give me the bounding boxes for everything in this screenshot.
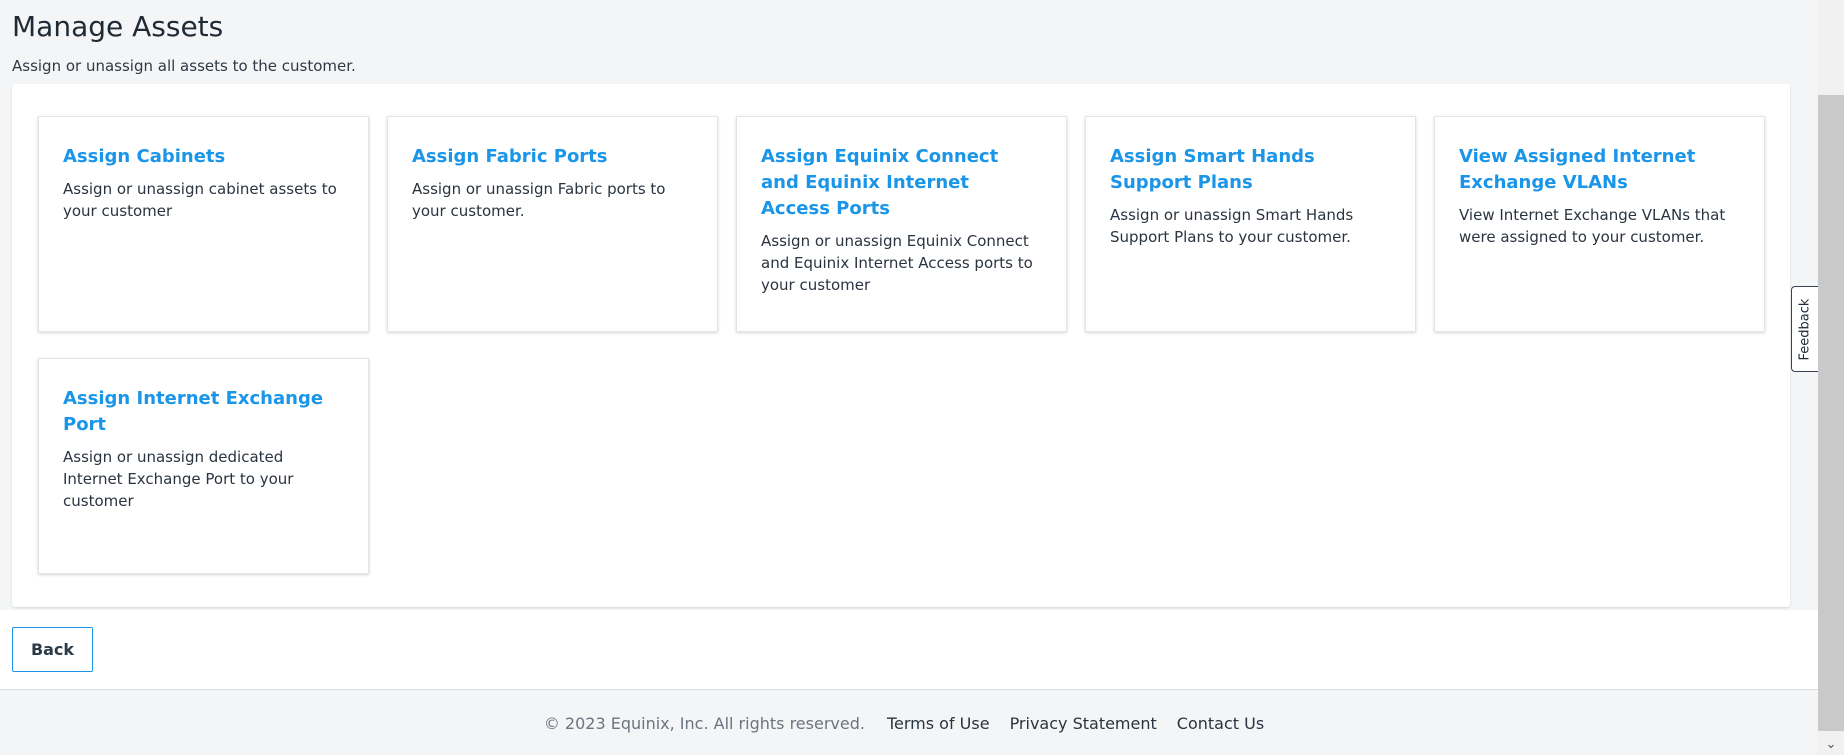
card-assign-cabinets[interactable]: Assign Cabinets Assign or unassign cabin… xyxy=(38,116,369,332)
card-title[interactable]: View Assigned Internet Exchange VLANs xyxy=(1459,144,1740,196)
site-footer: © 2023 Equinix, Inc. All rights reserved… xyxy=(0,691,1818,755)
card-assign-internet-exchange-port[interactable]: Assign Internet Exchange Port Assign or … xyxy=(38,358,369,574)
action-bar: Back xyxy=(0,610,1818,690)
card-assign-smart-hands-plans[interactable]: Assign Smart Hands Support Plans Assign … xyxy=(1085,116,1416,332)
copyright-text: © 2023 Equinix, Inc. All rights reserved… xyxy=(543,713,865,733)
card-description: Assign or unassign Smart Hands Support P… xyxy=(1110,206,1354,246)
assets-panel: Assign Cabinets Assign or unassign cabin… xyxy=(12,84,1790,607)
page-header: Manage Assets Assign or unassign all ass… xyxy=(12,10,356,75)
card-description: Assign or unassign dedicated Internet Ex… xyxy=(63,448,294,510)
page-subtitle: Assign or unassign all assets to the cus… xyxy=(12,57,356,75)
chevron-down-icon[interactable]: ⌄ xyxy=(1818,733,1844,755)
card-description: Assign or unassign cabinet assets to you… xyxy=(63,180,337,220)
terms-of-use-link[interactable]: Terms of Use xyxy=(887,714,990,733)
card-title[interactable]: Assign Cabinets xyxy=(63,144,344,170)
page: Manage Assets Assign or unassign all ass… xyxy=(0,0,1844,755)
card-description: Assign or unassign Fabric ports to your … xyxy=(412,180,666,220)
page-title: Manage Assets xyxy=(12,10,224,43)
feedback-tab[interactable]: Feedback xyxy=(1791,286,1818,372)
privacy-statement-link[interactable]: Privacy Statement xyxy=(1010,714,1157,733)
card-assign-fabric-ports[interactable]: Assign Fabric Ports Assign or unassign F… xyxy=(387,116,718,332)
back-button[interactable]: Back xyxy=(12,627,93,672)
scrollbar-thumb[interactable] xyxy=(1818,95,1844,731)
card-title[interactable]: Assign Fabric Ports xyxy=(412,144,693,170)
card-description: View Internet Exchange VLANs that were a… xyxy=(1459,206,1726,246)
card-title[interactable]: Assign Internet Exchange Port xyxy=(63,386,344,438)
card-title[interactable]: Assign Equinix Connect and Equinix Inter… xyxy=(761,144,1042,222)
card-view-internet-exchange-vlans[interactable]: View Assigned Internet Exchange VLANs Vi… xyxy=(1434,116,1765,332)
card-assign-equinix-connect-ports[interactable]: Assign Equinix Connect and Equinix Inter… xyxy=(736,116,1067,332)
card-description: Assign or unassign Equinix Connect and E… xyxy=(761,232,1033,294)
main-content: Manage Assets Assign or unassign all ass… xyxy=(0,0,1818,755)
vertical-scrollbar[interactable]: ⌄ xyxy=(1818,0,1844,755)
card-title[interactable]: Assign Smart Hands Support Plans xyxy=(1110,144,1391,196)
contact-us-link[interactable]: Contact Us xyxy=(1177,714,1264,733)
feedback-label: Feedback xyxy=(1797,298,1813,360)
